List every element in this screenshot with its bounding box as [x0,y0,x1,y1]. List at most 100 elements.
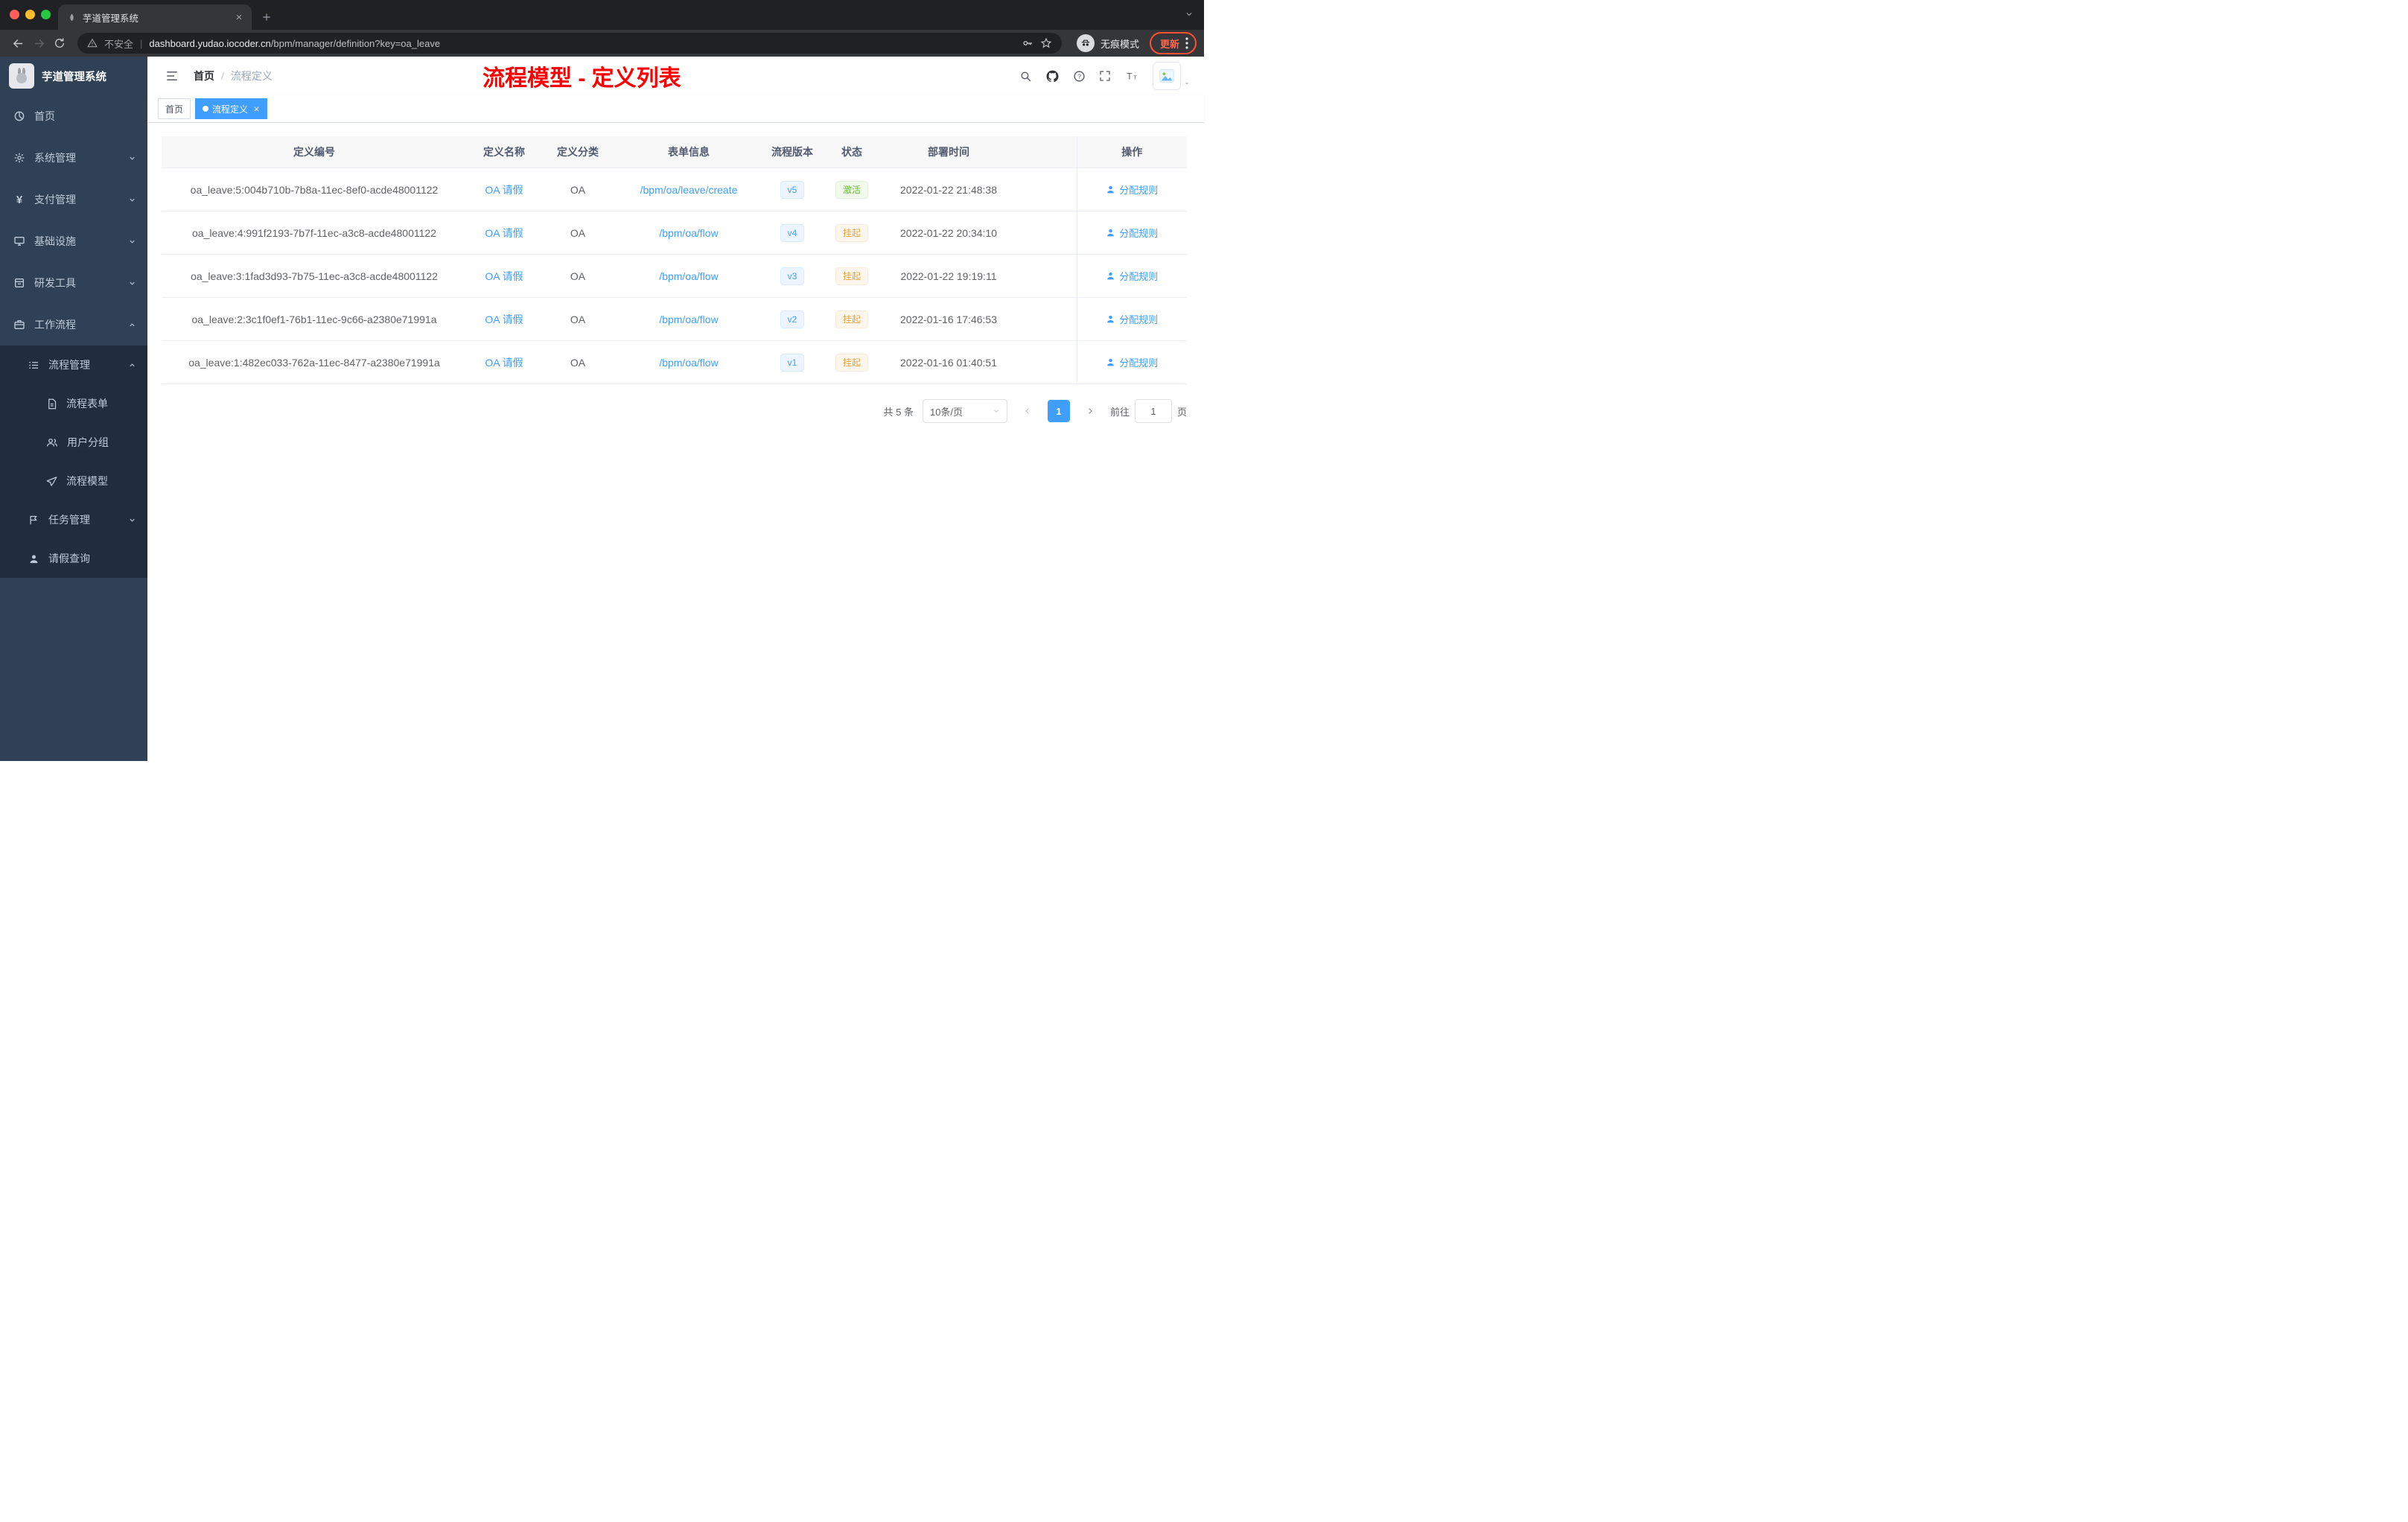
sidebar-item-system-management[interactable]: 系统管理 [0,137,147,179]
definition-name-link[interactable]: OA 请假 [485,227,523,239]
user-avatar-menu[interactable] [1153,62,1191,90]
sidebar-item-label: 系统管理 [34,152,76,164]
cell-definition-id: oa_leave:4:991f2193-7b7f-11ec-a3c8-acde4… [162,211,467,255]
address-bar[interactable]: 不安全 | dashboard.yudao.iocoder.cn/bpm/man… [77,33,1062,54]
definition-name-link[interactable]: OA 请假 [485,184,523,196]
form-info-link[interactable]: /bpm/oa/flow [659,357,718,369]
app-title: 芋道管理系统 [42,71,106,83]
sidebar-item-task-management[interactable]: 任务管理 [0,500,147,539]
toolbox-icon [13,277,25,289]
cell-definition-id: oa_leave:2:3c1f0ef1-76b1-11ec-9c66-a2380… [162,297,467,341]
security-label[interactable]: 不安全 [104,36,133,51]
sidebar-item-process-form[interactable]: 流程表单 [0,384,147,423]
cell-deploy-time: 2022-01-16 17:46:53 [882,297,1015,341]
form-info-link[interactable]: /bpm/oa/flow [659,227,718,239]
assign-rule-button[interactable]: 分配规则 [1106,269,1158,283]
incognito-spy-icon [1076,34,1095,52]
page-unit-label: 页 [1176,406,1187,418]
next-page-button[interactable] [1079,400,1101,422]
version-badge: v4 [780,223,805,242]
definition-name-link[interactable]: OA 请假 [485,357,523,369]
table-row: oa_leave:1:482ec033-762a-11ec-8477-a2380… [162,340,1187,384]
forward-button[interactable] [28,33,49,54]
tag-label: 首页 [165,104,184,115]
document-icon [46,398,57,410]
font-size-icon[interactable]: TT [1124,69,1139,83]
col-status: 状态 [821,136,882,168]
fullscreen-icon[interactable] [1099,70,1111,82]
tab-search-chevron-icon[interactable] [1185,10,1194,19]
chevron-up-icon [128,321,136,329]
col-definition-name: 定义名称 [467,136,541,168]
sidebar-item-home[interactable]: 首页 [0,95,147,137]
question-icon[interactable]: ? [1073,70,1086,83]
page-number-current[interactable]: 1 [1047,400,1070,422]
tag-home[interactable]: 首页 [158,98,191,119]
incognito-indicator: 无痕模式 [1076,34,1139,52]
tag-process-definition[interactable]: 流程定义 [195,98,268,119]
version-badge: v5 [780,180,805,199]
page-size-select[interactable]: 10条/页 [922,399,1007,423]
zoom-window-button[interactable] [41,10,51,19]
sidebar-item-label: 请假查询 [48,553,90,564]
sidebar-item-process-management[interactable]: 流程管理 [0,346,147,384]
new-tab-button[interactable] [256,7,277,28]
sidebar-item-process-model[interactable]: 流程模型 [0,462,147,500]
chevron-down-icon [128,279,136,287]
assign-rule-button[interactable]: 分配规则 [1106,312,1158,326]
definition-name-link[interactable]: OA 请假 [485,313,523,325]
close-window-button[interactable] [10,10,19,19]
sidebar-item-payment-management[interactable]: ¥ 支付管理 [0,179,147,220]
key-icon[interactable] [1022,37,1033,49]
sidebar-item-leave-query[interactable]: 请假查询 [0,539,147,578]
breadcrumb-home[interactable]: 首页 [194,69,214,83]
sidebar-item-workflow[interactable]: 工作流程 [0,304,147,346]
form-info-link[interactable]: /bpm/oa/leave/create [640,184,738,196]
favicon-leaf-icon [67,13,77,22]
window-controls [10,10,51,19]
tab-close-icon[interactable] [235,13,243,21]
svg-text:T: T [1133,74,1137,81]
pagination: 共 5 条 10条/页 1 前往 页 [162,399,1187,423]
security-warning-icon[interactable] [87,38,98,48]
col-form-info: 表单信息 [614,136,763,168]
url-path: /bpm/manager/definition?key=oa_leave [270,37,441,49]
logo-avatar [9,63,34,89]
table-row: oa_leave:4:991f2193-7b7f-11ec-a3c8-acde4… [162,211,1187,255]
bookmark-star-icon[interactable] [1040,37,1052,49]
sidebar-logo[interactable]: 芋道管理系统 [0,57,147,95]
more-dots-icon[interactable] [1185,37,1188,49]
definition-name-link[interactable]: OA 请假 [485,270,523,282]
top-navbar: 首页 / 流程定义 流程模型 - 定义列表 ? TT [147,57,1204,95]
sidebar-item-infrastructure[interactable]: 基础设施 [0,220,147,262]
minimize-window-button[interactable] [25,10,35,19]
github-icon[interactable] [1045,69,1060,83]
form-info-link[interactable]: /bpm/oa/flow [659,270,718,282]
sidebar-item-dev-tools[interactable]: 研发工具 [0,262,147,304]
prev-page-button[interactable] [1016,400,1039,422]
flag-icon [28,515,39,526]
sidebar-toggle-button[interactable] [161,65,183,87]
tag-close-icon[interactable] [253,106,260,112]
cell-category: OA [541,297,614,341]
chrome-update-button[interactable]: 更新 [1149,32,1197,54]
form-info-link[interactable]: /bpm/oa/flow [659,313,718,325]
cell-category: OA [541,340,614,384]
sidebar-item-label: 首页 [34,110,55,122]
browser-tab[interactable]: 芋道管理系统 [58,4,252,30]
assign-rule-button[interactable]: 分配规则 [1106,226,1158,240]
assign-rule-button[interactable]: 分配规则 [1106,182,1158,197]
reload-button[interactable] [49,33,70,54]
page-jump-input[interactable] [1134,399,1172,423]
list-icon [28,360,39,371]
col-deploy-time: 部署时间 [882,136,1015,168]
search-icon[interactable] [1019,70,1032,83]
sidebar-item-user-group[interactable]: 用户分组 [0,423,147,462]
sidebar: 芋道管理系统 首页 系统管理 ¥ 支付管理 基础设施 研发工具 工作流程 流程管… [0,57,147,761]
gear-icon [13,152,25,164]
assign-rule-button[interactable]: 分配规则 [1106,355,1158,369]
tab-title: 芋道管理系统 [83,13,139,24]
url-text[interactable]: dashboard.yudao.iocoder.cn/bpm/manager/d… [149,38,1015,49]
back-button[interactable] [7,33,28,54]
table-row: oa_leave:5:004b710b-7b8a-11ec-8ef0-acde4… [162,168,1187,211]
